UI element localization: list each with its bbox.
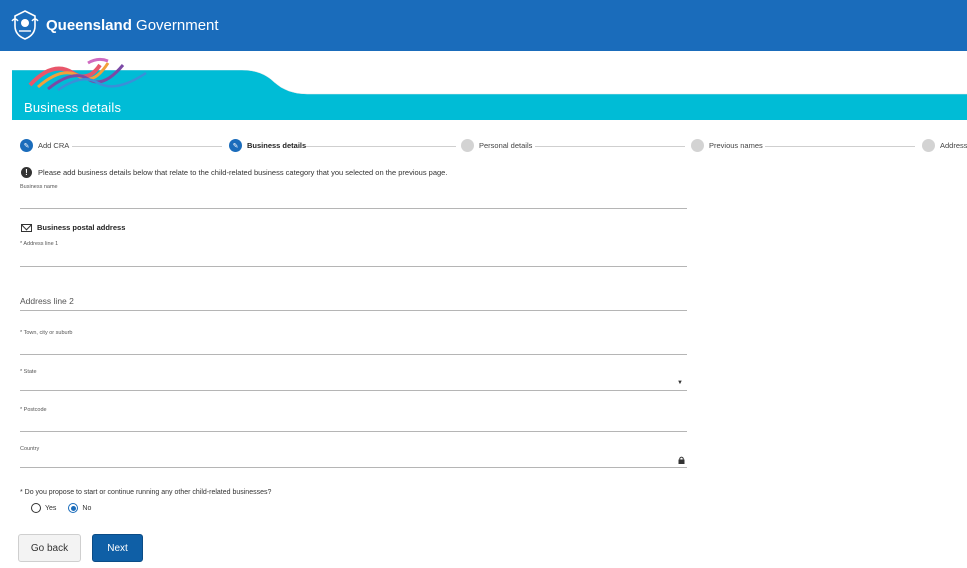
address-line-1-label: * Address line 1 [20, 241, 59, 247]
check-icon: ✎ [20, 139, 33, 152]
step-address[interactable]: Address [922, 139, 967, 152]
brand-bold: Queensland [46, 17, 132, 34]
step-label: Previous names [709, 141, 763, 150]
state-select[interactable]: * State ▼ [20, 367, 687, 391]
info-message: ! Please add business details below that… [21, 167, 447, 178]
stepper-connector [765, 146, 915, 147]
brand-rest: Government [131, 17, 219, 34]
postcode-field[interactable]: * Postcode [20, 405, 687, 432]
step-circle-icon [461, 139, 474, 152]
step-circle-icon [922, 139, 935, 152]
radio-no-label: No [82, 504, 92, 512]
section-title: Business postal address [37, 223, 126, 232]
brand-name[interactable]: Queensland Government [46, 17, 219, 34]
queensland-crest-logo[interactable] [10, 9, 40, 41]
other-businesses-radio-group: Yes No [31, 503, 103, 513]
postcode-label: * Postcode [20, 407, 47, 413]
info-text: Please add business details below that r… [38, 168, 448, 177]
other-businesses-question: * Do you propose to start or continue ru… [20, 489, 272, 496]
page-title: Business details [24, 100, 122, 115]
town-field[interactable]: * Town, city or suburb [20, 328, 687, 355]
radio-no-circle[interactable] [68, 503, 79, 513]
radio-yes-label: Yes [45, 504, 57, 512]
radio-yes-circle[interactable] [31, 503, 41, 513]
stepper-connector [306, 146, 456, 147]
radio-yes[interactable]: Yes [31, 503, 56, 513]
hero-curve-shape [12, 70, 967, 95]
pencil-icon: ✎ [229, 139, 242, 152]
country-label: Country [20, 446, 40, 452]
site-header: Queensland Government [0, 0, 967, 51]
step-circle-icon [691, 139, 704, 152]
dropdown-arrow-icon[interactable]: ▼ [677, 380, 683, 386]
step-label: Add CRA [38, 141, 70, 150]
country-field: Country [20, 444, 687, 468]
envelope-icon [21, 223, 32, 232]
stepper-connector [72, 146, 222, 147]
next-button[interactable]: Next [92, 534, 143, 562]
step-label: Personal details [479, 141, 533, 150]
state-label: * State [20, 369, 37, 375]
info-icon: ! [21, 167, 32, 178]
postal-address-heading: Business postal address [21, 223, 125, 232]
stepper-connector [535, 146, 685, 147]
step-business-details[interactable]: ✎ Business details [229, 139, 306, 152]
address-line-1-field[interactable]: * Address line 1 [20, 239, 687, 267]
step-label: Business details [247, 141, 307, 150]
step-previous-names[interactable]: Previous names [691, 139, 763, 152]
business-name-field[interactable]: Business name [20, 182, 687, 209]
progress-stepper: ✎ Add CRA ✎ Business details Personal de… [20, 139, 967, 155]
step-label: Address [940, 141, 967, 150]
step-add-cra[interactable]: ✎ Add CRA [20, 139, 69, 152]
address-line-2-field[interactable]: Address line 2 [20, 290, 687, 311]
ribbon-graphic [28, 57, 147, 92]
town-label: * Town, city or suburb [20, 330, 73, 336]
business-name-label: Business name [20, 184, 58, 190]
radio-no[interactable]: No [68, 503, 91, 513]
go-back-button[interactable]: Go back [18, 534, 81, 562]
address-line-2-label: Address line 2 [20, 296, 74, 306]
step-personal-details[interactable]: Personal details [461, 139, 532, 152]
lock-icon [678, 456, 685, 464]
